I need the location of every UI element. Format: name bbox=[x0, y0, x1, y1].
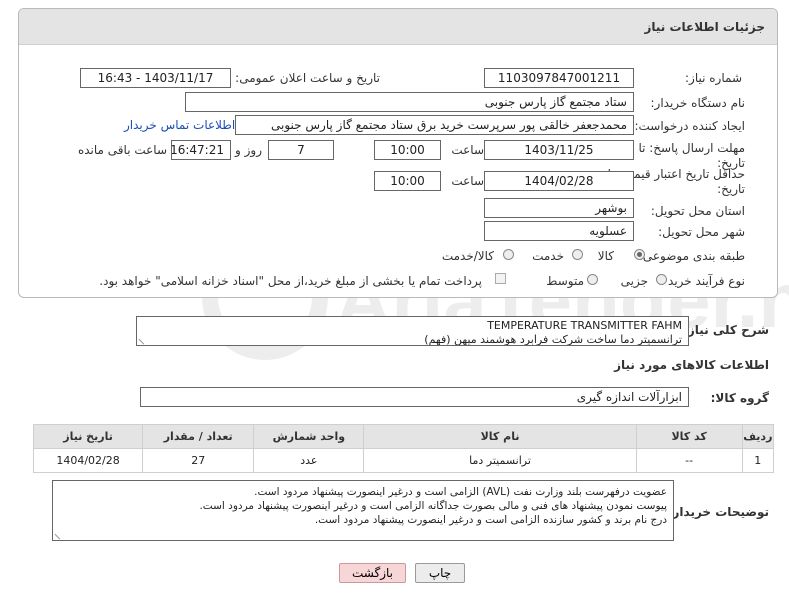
category-radio-goods-service[interactable] bbox=[503, 249, 514, 260]
requester-label: ایجاد کننده درخواست: bbox=[634, 119, 745, 133]
category-option-goods-service: کالا/خدمت bbox=[441, 249, 494, 263]
cell-quantity: 27 bbox=[142, 448, 255, 473]
treasury-payment-checkbox[interactable] bbox=[495, 273, 506, 284]
table-header-row: ردیف کد کالا نام کالا واحد شمارش تعداد /… bbox=[32, 424, 775, 449]
cell-unit: عدد bbox=[253, 448, 365, 473]
general-description-field: TEMPERATURE TRANSMITTER FAHM ترانسمیتر د… bbox=[136, 316, 689, 346]
page-title: جزئیات اطلاعات نیاز bbox=[644, 20, 765, 34]
buyer-notes-field: عضویت درفهرست بلند وزارت نفت (AVL) الزام… bbox=[52, 480, 674, 541]
category-option-goods: کالا bbox=[597, 249, 614, 263]
response-deadline-time: 10:00 bbox=[374, 140, 441, 160]
category-label: طبقه بندی موضوعی: bbox=[638, 249, 745, 263]
remaining-days: 7 bbox=[268, 140, 334, 160]
col-header-item-code: کد کالا bbox=[635, 424, 743, 449]
col-header-unit: واحد شمارش bbox=[253, 424, 365, 449]
response-deadline-date: 1403/11/25 bbox=[484, 140, 634, 160]
province-label: استان محل تحویل: bbox=[650, 204, 745, 218]
announce-datetime-field: 1403/11/17 - 16:43 bbox=[80, 68, 231, 88]
price-validity-date: 1404/02/28 bbox=[484, 171, 634, 191]
need-number-field: 1103097847001211 bbox=[484, 68, 634, 88]
goods-group-field: ابزارآلات اندازه گیری bbox=[140, 387, 689, 407]
buyer-note-line: پیوست نمودن پیشنهاد های فنی و مالی بصورت… bbox=[199, 500, 667, 512]
goods-info-title: اطلاعات کالاهای مورد نیاز bbox=[614, 358, 769, 372]
treasury-payment-note: پرداخت تمام یا بخشی از مبلغ خرید،از محل … bbox=[99, 274, 482, 288]
panel-header: جزئیات اطلاعات نیاز bbox=[19, 9, 777, 45]
province-field: بوشهر bbox=[484, 198, 634, 218]
buyer-note-line: درج نام برند و کشور سازنده الزامی است و … bbox=[314, 514, 667, 526]
general-description-line1: TEMPERATURE TRANSMITTER FAHM bbox=[487, 319, 682, 332]
requester-field: محمدجعفر خالقی پور سرپرست خرید برق ستاد … bbox=[235, 115, 634, 135]
price-validity-label-date: تاریخ: bbox=[717, 182, 745, 196]
col-header-quantity: تعداد / مقدار bbox=[142, 424, 255, 449]
process-radio-medium[interactable] bbox=[587, 274, 598, 285]
table-row: 1 -- ترانسمیتر دما عدد 27 1404/02/28 bbox=[32, 448, 775, 473]
buyer-org-field: ستاد مجتمع گاز پارس جنوبی bbox=[185, 92, 634, 112]
col-header-item-name: نام کالا bbox=[363, 424, 637, 449]
response-time-label: ساعت bbox=[451, 143, 484, 157]
price-validity-time: 10:00 bbox=[374, 171, 441, 191]
buyer-contact-link[interactable]: اطلاعات تماس خریدار bbox=[124, 118, 235, 132]
goods-group-label: گروه کالا: bbox=[710, 391, 769, 405]
category-radio-service[interactable] bbox=[572, 249, 583, 260]
announce-datetime-label: تاریخ و ساعت اعلان عمومی: bbox=[235, 71, 380, 85]
city-label: شهر محل تحویل: bbox=[658, 225, 745, 239]
price-validity-time-label: ساعت bbox=[451, 174, 484, 188]
col-header-need-date: تاریخ نیاز bbox=[32, 424, 144, 449]
print-button[interactable]: چاپ bbox=[415, 563, 465, 583]
need-number-label: شماره نیاز: bbox=[685, 71, 742, 85]
buyer-note-line: عضویت درفهرست بلند وزارت نفت (AVL) الزام… bbox=[254, 486, 667, 498]
cell-item-code: -- bbox=[635, 448, 743, 473]
col-header-row-number: ردیف bbox=[741, 424, 775, 449]
days-label: روز و bbox=[235, 143, 262, 157]
general-description-label: شرح کلی نیاز: bbox=[683, 323, 769, 337]
process-radio-minor[interactable] bbox=[656, 274, 667, 285]
process-option-minor: جزیی bbox=[620, 274, 648, 288]
city-field: عسلویه bbox=[484, 221, 634, 241]
general-description-line2: ترانسمیتر دما ساخت شرکت فرابرد هوشمند می… bbox=[424, 333, 682, 346]
process-type-label: نوع فرآیند خرید : bbox=[660, 274, 745, 288]
goods-table: ردیف کد کالا نام کالا واحد شمارش تعداد /… bbox=[32, 424, 775, 473]
cell-item-name: ترانسمیتر دما bbox=[363, 448, 637, 473]
response-deadline-label: مهلت ارسال پاسخ: تا bbox=[638, 141, 745, 155]
cell-row-number: 1 bbox=[741, 448, 775, 473]
resize-grip-icon bbox=[54, 529, 65, 540]
process-option-medium: متوسط bbox=[546, 274, 584, 288]
category-option-service: خدمت bbox=[532, 249, 564, 263]
remaining-time: 16:47:21 bbox=[171, 140, 231, 160]
back-button[interactable]: بازگشت bbox=[339, 563, 406, 583]
remaining-label: ساعت باقی مانده bbox=[77, 143, 167, 157]
buyer-org-label: نام دستگاه خریدار: bbox=[650, 96, 746, 110]
cell-need-date: 1404/02/28 bbox=[32, 448, 144, 473]
buyer-notes-label: توضیحات خریدار: bbox=[667, 505, 769, 519]
category-radio-goods[interactable] bbox=[634, 249, 645, 260]
